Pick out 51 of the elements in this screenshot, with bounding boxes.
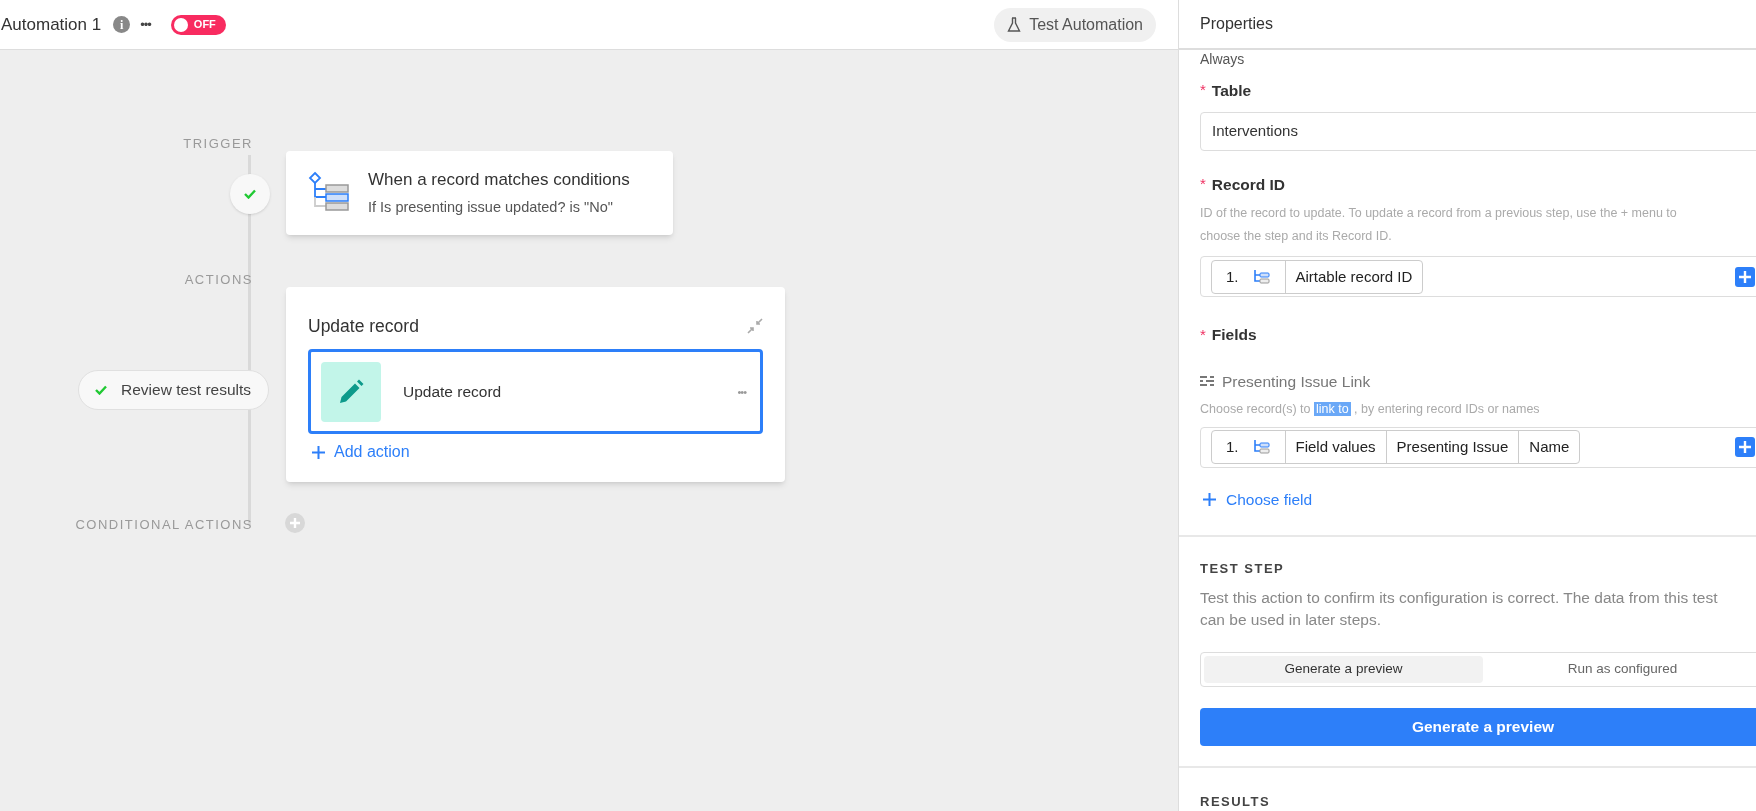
automation-title: Automation 1: [1, 13, 102, 36]
trigger-card[interactable]: When a record matches conditions If Is presenting issue updated? is "No": [286, 151, 673, 235]
review-results-button[interactable]: Review test results: [78, 370, 269, 410]
link-field-icon: [1200, 375, 1214, 388]
section-label: ACTIONS: [184, 271, 253, 289]
required-mark: *: [1200, 324, 1206, 345]
field-name: Presenting Issue Link: [1222, 371, 1371, 392]
action-step[interactable]: Update record •••: [308, 349, 763, 435]
token-field[interactable]: 1. Field values Presenting Issue Name: [1200, 426, 1756, 469]
section-description: Test this action to confirm its configuration is correct. The data from this test can be used in later steps.: [1200, 587, 1719, 630]
panel-title: Properties: [1200, 14, 1273, 34]
info-icon[interactable]: i: [113, 16, 131, 33]
section-title: TEST STEP: [1200, 560, 1286, 579]
step-title: Update record: [403, 382, 503, 403]
section-label: CONDITIONAL ACTIONS: [75, 516, 253, 534]
section-label: TRIGGER: [183, 135, 253, 153]
test-automation-button[interactable]: Test Automation: [994, 7, 1156, 42]
flask-icon: [1007, 16, 1022, 33]
token[interactable]: Name: [1519, 431, 1580, 464]
required-mark: *: [1200, 80, 1206, 101]
toggle-switch[interactable]: OFF: [170, 14, 226, 35]
plus-icon[interactable]: [1735, 266, 1755, 287]
plus-icon[interactable]: [1735, 437, 1755, 458]
field-label: Record ID: [1211, 174, 1286, 195]
step-token[interactable]: 1.: [1212, 260, 1286, 293]
mode-option[interactable]: Generate a preview: [1204, 655, 1483, 683]
mode-option[interactable]: Run as configured: [1483, 655, 1756, 683]
token-field[interactable]: 1. Airtable record ID: [1200, 256, 1756, 298]
token[interactable]: Field values: [1285, 431, 1387, 464]
action-title: Update record: [308, 315, 419, 338]
field-label: Table: [1211, 81, 1252, 101]
more-button[interactable]: •••: [140, 14, 151, 35]
trigger-title: When a record matches conditions: [368, 169, 630, 192]
choose-field-link[interactable]: Choose field: [1203, 488, 1313, 512]
step-token[interactable]: 1.: [1212, 431, 1286, 464]
token[interactable]: Airtable record ID: [1285, 260, 1423, 293]
generate-preview-button[interactable]: Generate a preview: [1200, 708, 1756, 746]
field-hint: ID of the record to update. To update a record from a previous step, use the + menu to choose the step and its Record ID.: [1200, 205, 1678, 246]
section-title: RESULTS: [1200, 792, 1272, 811]
table-select[interactable]: Interventions: [1200, 112, 1756, 151]
collapse-icon[interactable]: [747, 318, 763, 335]
option-text: Always: [1200, 51, 1246, 67]
token[interactable]: Presenting Issue: [1386, 431, 1520, 464]
pencil-icon: [337, 377, 365, 406]
plus-icon: [312, 445, 325, 459]
field-hint: Choose record(s) to link to , by entering record IDs or names: [1200, 400, 1541, 418]
field-label: Fields: [1211, 325, 1257, 346]
trigger-condition: If Is presenting issue updated? is "No": [368, 197, 614, 217]
required-mark: *: [1200, 174, 1206, 195]
plus-icon: [1203, 493, 1216, 507]
add-action-link[interactable]: Add action: [312, 440, 410, 465]
